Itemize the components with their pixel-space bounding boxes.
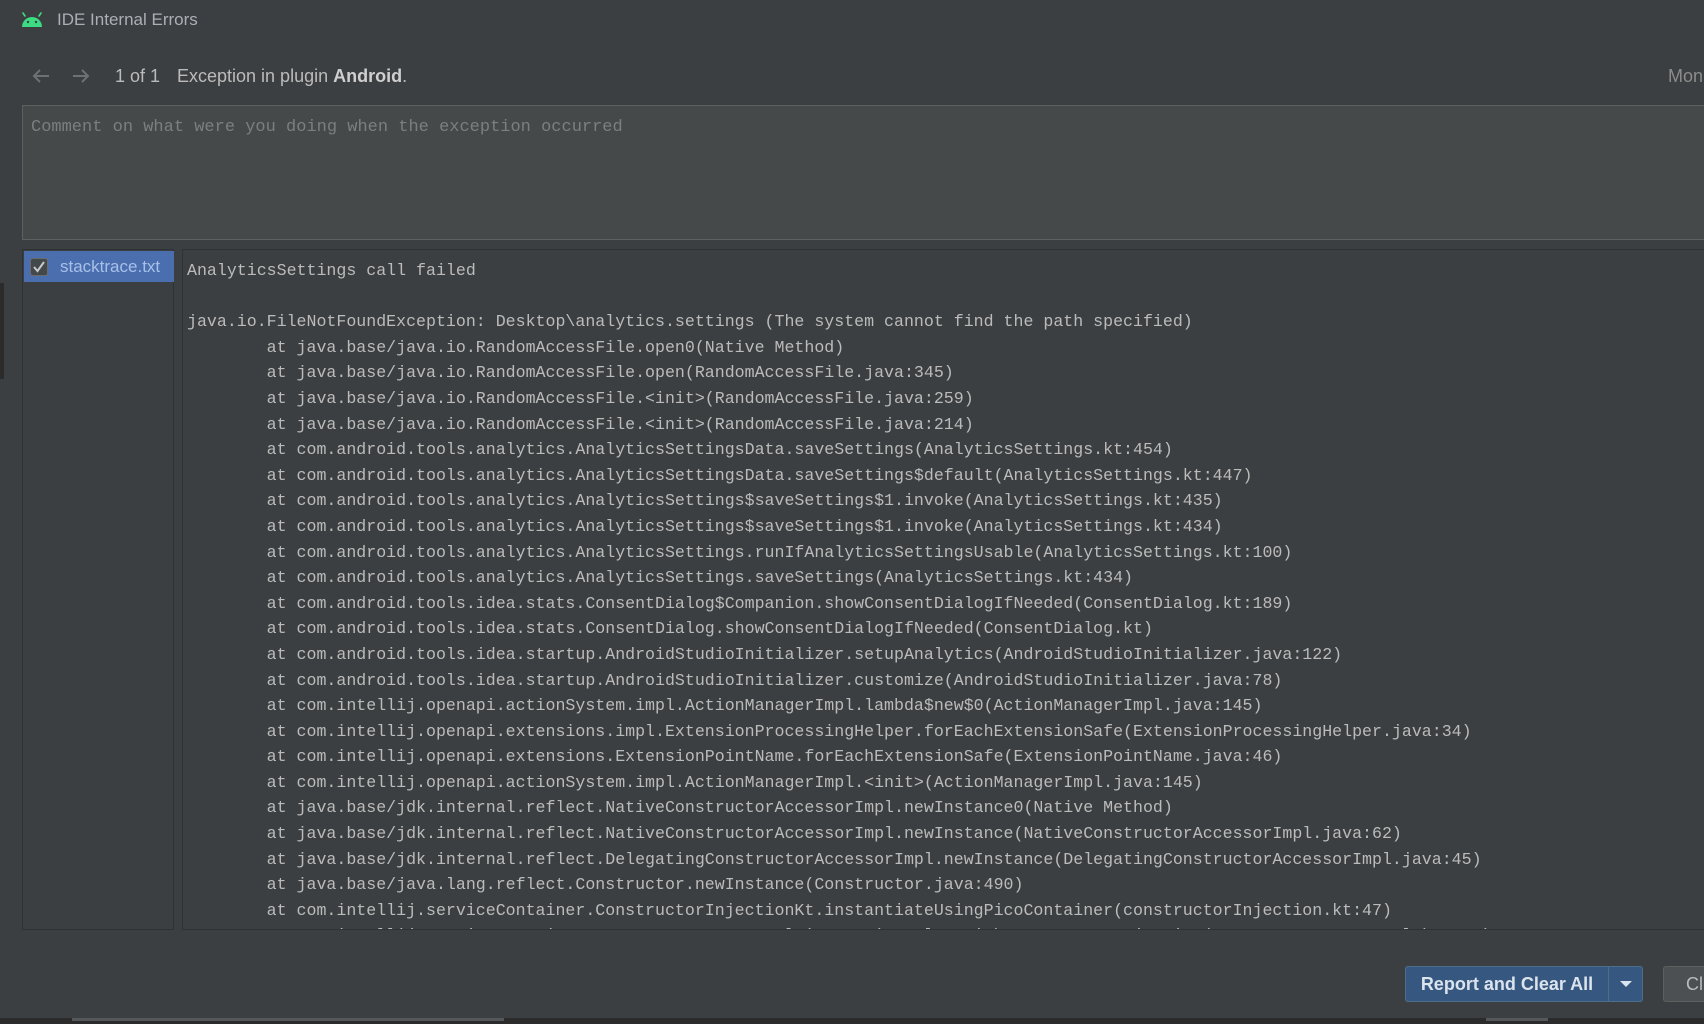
window-title: IDE Internal Errors <box>57 10 198 29</box>
exception-prefix: Exception in plugin <box>177 65 334 86</box>
report-button-label: Report and Clear All <box>1420 973 1594 994</box>
stacktrace-viewer[interactable]: AnalyticsSettings call failed java.io.Fi… <box>182 249 1704 930</box>
plugin-name: Android <box>333 65 403 86</box>
check-icon <box>33 260 45 273</box>
title-bar: IDE Internal Errors <box>0 0 1704 40</box>
exception-description: Exception in plugin Android. <box>177 66 407 87</box>
attachment-checkbox[interactable] <box>30 257 48 276</box>
comment-textarea[interactable] <box>22 105 1704 240</box>
caret-down-icon[interactable] <box>1609 980 1642 988</box>
android-icon <box>20 12 44 28</box>
attachment-label: stacktrace.txt <box>60 256 161 276</box>
report-and-clear-all-button[interactable]: Report and Clear All <box>1405 966 1643 1002</box>
close-button[interactable]: Cl <box>1663 966 1704 1002</box>
arrow-left-icon[interactable] <box>29 65 53 87</box>
bottom-scrollbar-strip <box>0 1018 1704 1024</box>
exception-suffix: . <box>402 65 408 86</box>
close-button-label: Cl <box>1686 973 1703 994</box>
scroll-thumb[interactable] <box>72 1018 504 1021</box>
attachments-list: stacktrace.txt <box>22 249 174 930</box>
left-edge-marker <box>0 283 4 379</box>
error-navigation: 1 of 1 Exception in plugin Android. Mon <box>0 58 1704 94</box>
scroll-thumb-right[interactable] <box>1486 1018 1548 1021</box>
error-counter: 1 of 1 <box>115 65 161 86</box>
attachment-item-stacktrace[interactable]: stacktrace.txt <box>24 251 174 282</box>
arrow-right-icon[interactable] <box>69 65 93 87</box>
more-info-link[interactable]: Mon <box>1668 66 1703 87</box>
stacktrace-text: AnalyticsSettings call failed java.io.Fi… <box>187 261 1491 929</box>
